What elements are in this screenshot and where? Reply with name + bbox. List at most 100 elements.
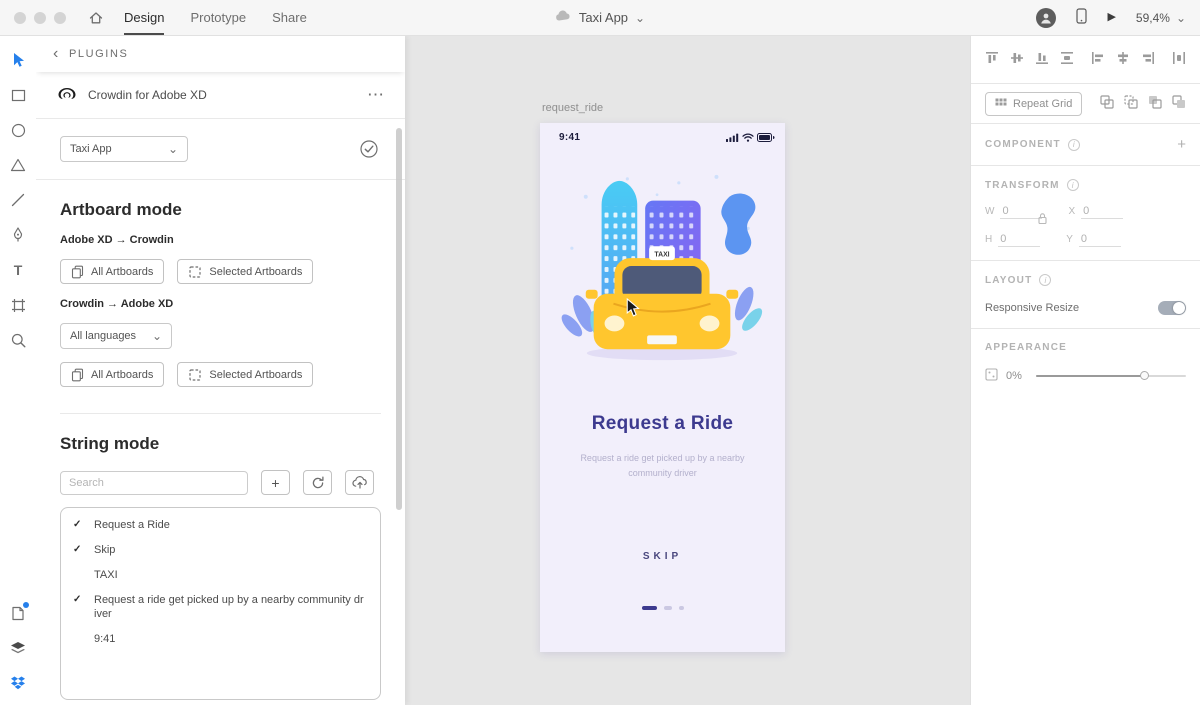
search-input[interactable]: [60, 470, 248, 495]
plugin-menu-button[interactable]: ⋯: [367, 85, 385, 105]
info-icon[interactable]: i: [1039, 274, 1052, 286]
minimize-window-button[interactable]: [34, 11, 46, 24]
transform-section: TRANSFORM i W X H: [971, 166, 1200, 261]
layout-heading: LAYOUT: [985, 274, 1033, 286]
user-avatar[interactable]: [1036, 7, 1057, 28]
plugins-header: ‹ PLUGINS: [36, 36, 405, 72]
upload-strings-button[interactable]: [345, 470, 374, 495]
languages-select[interactable]: All languages ⌄: [60, 323, 172, 349]
canvas[interactable]: request_ride 9:41 TAXI Request a Ride Re…: [405, 36, 970, 705]
distribute-vertical-icon[interactable]: [1060, 51, 1074, 68]
project-select[interactable]: Taxi App ⌄: [60, 136, 188, 162]
info-icon[interactable]: i: [1066, 179, 1079, 191]
repeat-grid-button[interactable]: Repeat Grid: [985, 91, 1083, 116]
aspect-lock-icon[interactable]: [1037, 212, 1048, 228]
all-artboards-upload-button[interactable]: All Artboards: [60, 259, 165, 284]
tab-design[interactable]: Design: [124, 1, 165, 35]
polygon-tool-icon[interactable]: [10, 157, 26, 173]
string-list-item[interactable]: ✓ Skip: [61, 538, 380, 563]
main-area: T ‹ PLUGINS Crowdin for Adobe XD ⋯ Taxi …: [0, 36, 1200, 705]
selected-artboards-download-button[interactable]: Selected Artboards: [177, 362, 314, 387]
chevron-down-icon: ⌄: [151, 329, 162, 343]
plugins-panel-icon[interactable]: [10, 602, 29, 621]
select-tool-icon[interactable]: [10, 52, 26, 68]
zoom-control[interactable]: 59,4% ⌄: [1136, 11, 1186, 25]
plugins-header-label: PLUGINS: [68, 48, 129, 60]
string-list-item[interactable]: ✓ Request a ride get picked up by a nearb…: [61, 588, 380, 628]
align-center-icon[interactable]: [1116, 51, 1130, 68]
status-bar-time[interactable]: 9:41: [559, 132, 580, 143]
close-window-button[interactable]: [14, 11, 26, 24]
refresh-strings-button[interactable]: [303, 470, 332, 495]
check-icon: ✓: [73, 519, 82, 530]
string-list-item[interactable]: ✓ Request a Ride: [61, 513, 380, 538]
artboard-request-ride[interactable]: 9:41 TAXI Request a Ride Request a ride …: [540, 123, 785, 652]
height-input[interactable]: [998, 232, 1041, 247]
assets-panel-icon[interactable]: [10, 675, 26, 691]
device-preview-icon[interactable]: [1076, 8, 1088, 27]
mask-icon[interactable]: [1124, 95, 1138, 112]
zoom-tool-icon[interactable]: [10, 332, 26, 348]
skip-button-text[interactable]: SKIP: [540, 551, 785, 562]
page-indicator[interactable]: [540, 606, 785, 610]
add-component-button[interactable]: +: [1177, 136, 1186, 153]
opacity-slider-thumb[interactable]: [1140, 371, 1149, 380]
wifi-icon: [742, 133, 754, 142]
info-icon[interactable]: i: [1067, 138, 1080, 151]
line-tool-icon[interactable]: [10, 192, 26, 208]
artboard-title-text[interactable]: Request a Ride: [540, 413, 785, 435]
plugin-panel-scrollbar[interactable]: [396, 128, 402, 510]
svg-text:TAXI: TAXI: [654, 252, 669, 259]
string-text: Request a Ride: [94, 519, 170, 531]
align-right-icon[interactable]: [1141, 51, 1155, 68]
connection-status-button[interactable]: [357, 137, 381, 161]
preview-play-button[interactable]: ▶: [1107, 12, 1115, 23]
appearance-section: APPEARANCE 0%: [971, 329, 1200, 397]
responsive-resize-toggle[interactable]: [1158, 301, 1186, 315]
ellipse-tool-icon[interactable]: [10, 122, 26, 138]
all-artboards-download-button[interactable]: All Artboards: [60, 362, 165, 387]
string-list-item[interactable]: 9:41: [61, 627, 380, 652]
pen-tool-icon[interactable]: [10, 227, 26, 243]
align-middle-icon[interactable]: [1010, 51, 1024, 68]
page-dot: [678, 606, 684, 610]
x-input[interactable]: [1081, 204, 1124, 219]
align-left-icon[interactable]: [1091, 51, 1105, 68]
cloud-icon: [555, 10, 572, 25]
boolean-ops-icon[interactable]: [1148, 95, 1162, 112]
y-input[interactable]: [1078, 232, 1121, 247]
home-icon[interactable]: [88, 10, 104, 26]
tab-share[interactable]: Share: [272, 1, 307, 35]
crowdin-plugin-panel: ‹ PLUGINS Crowdin for Adobe XD ⋯ Taxi Ap…: [36, 36, 405, 705]
x-label: X: [1068, 206, 1076, 217]
layers-panel-icon[interactable]: [10, 640, 26, 656]
properties-panel: Repeat Grid COMPONENT i + TRANSFORM i W …: [970, 36, 1200, 705]
rectangle-tool-icon[interactable]: [10, 87, 26, 103]
tab-prototype[interactable]: Prototype: [190, 1, 246, 35]
component-create-icon[interactable]: [1172, 95, 1186, 112]
selected-artboards-upload-button[interactable]: Selected Artboards: [177, 259, 314, 284]
string-list-item[interactable]: TAXI: [61, 563, 380, 588]
status-bar-icons: [726, 133, 775, 142]
selected-artboards-label: Selected Artboards: [209, 265, 303, 278]
artboard-tool-icon[interactable]: [10, 297, 26, 313]
back-chevron-icon[interactable]: ‹: [53, 46, 60, 62]
all-artboards-label: All Artboards: [91, 265, 154, 278]
plugin-title: Crowdin for Adobe XD: [88, 88, 207, 102]
page-dot-active: [641, 606, 657, 610]
maximize-window-button[interactable]: [54, 11, 66, 24]
artboard-subtitle-text[interactable]: Request a ride get picked up by a nearby…: [579, 451, 747, 481]
group-icon[interactable]: [1100, 95, 1114, 112]
add-string-button[interactable]: +: [261, 470, 290, 495]
align-top-icon[interactable]: [985, 51, 999, 68]
align-bottom-icon[interactable]: [1035, 51, 1049, 68]
text-tool-icon[interactable]: T: [10, 262, 26, 278]
component-section: COMPONENT i +: [971, 124, 1200, 166]
distribute-horizontal-icon[interactable]: [1172, 51, 1186, 68]
taxi-illustration[interactable]: TAXI: [558, 167, 766, 370]
opacity-slider[interactable]: [1036, 371, 1186, 380]
opacity-slider-fill: [1036, 375, 1144, 377]
artboard-label[interactable]: request_ride: [542, 102, 603, 114]
mode-tabs: Design Prototype Share: [124, 0, 307, 36]
document-title[interactable]: Taxi App ⌄: [555, 10, 645, 25]
